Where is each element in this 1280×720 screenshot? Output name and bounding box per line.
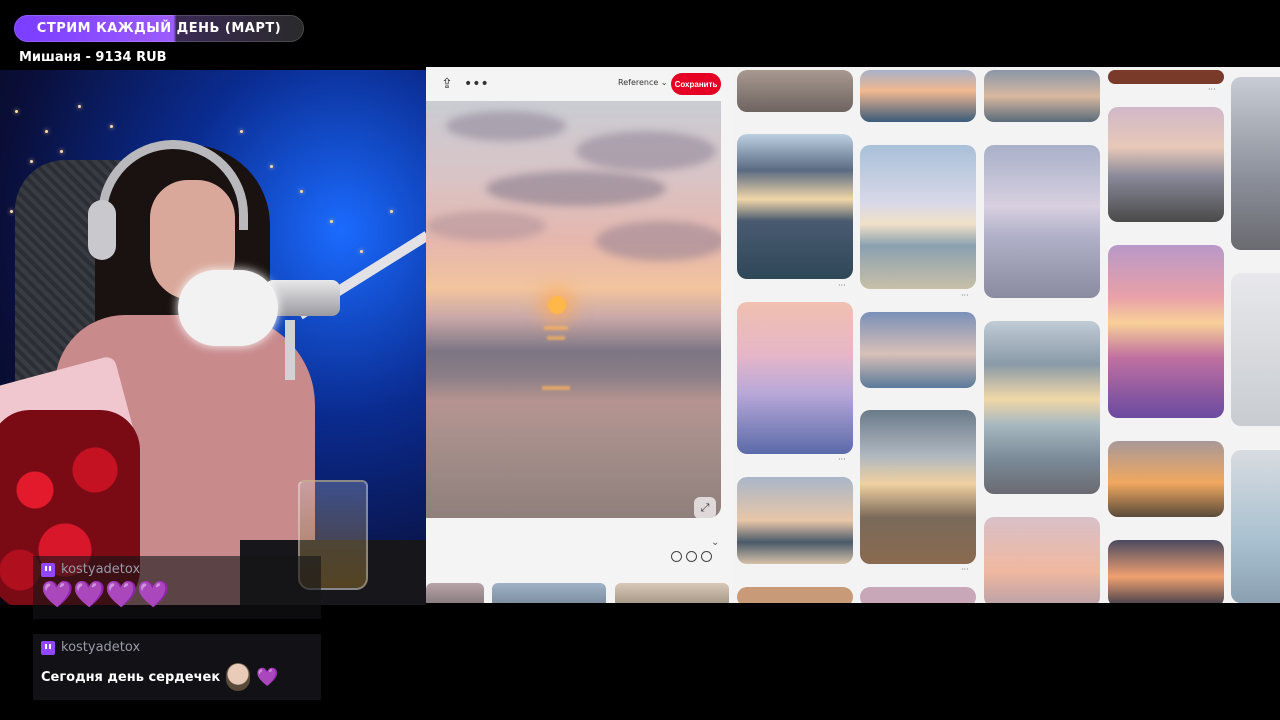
chat-message: kostyadetox 💜 💜 💜 💜 [33,556,321,619]
pin-thumbnail[interactable] [1231,77,1280,250]
pin-thumbnail[interactable] [1108,107,1224,222]
pin-thumbnail[interactable] [984,145,1100,298]
pin-toolbar: ⇪ ••• Reference ⌄ Сохранить [426,67,731,101]
sticker-icon[interactable] [686,551,697,562]
face-emote-icon [226,663,251,691]
chevron-down-icon[interactable]: ⌄ [711,537,719,548]
stream-overlay: СТРИМ КАЖДЫЙ ДЕНЬ (МАРТ) Мишаня - 9134 R… [0,0,1280,720]
pin-thumbnail[interactable] [737,477,853,564]
pin-thumbnail[interactable] [737,70,853,112]
save-button[interactable]: Сохранить [671,73,721,95]
pin-thumbnail[interactable] [1108,441,1224,517]
heart-emote-icon: 💜 [105,580,138,610]
pin-thumbnail[interactable] [860,410,976,564]
pin-grid: ··· ··· ··· ··· ··· ··· [731,67,1280,603]
chat-username: kostyadetox [61,640,141,655]
twitch-icon [41,640,55,655]
pinterest-window: ⇪ ••• Reference ⌄ Сохранить ⤢ ⌄ ··· ··· … [426,67,1280,603]
pin-thumbnail[interactable] [984,517,1100,603]
goal-text: СТРИМ КАЖДЫЙ ДЕНЬ (МАРТ) [36,21,282,36]
pin-detail-panel: ⇪ ••• Reference ⌄ Сохранить ⤢ ⌄ [426,67,731,603]
microphone [178,270,278,346]
pin-thumbnail[interactable] [1108,70,1224,84]
pin-thumbnail[interactable] [1108,540,1224,603]
expand-icon[interactable]: ⤢ [694,497,716,518]
pin-thumbnail[interactable] [1108,245,1224,418]
top-donor-line: Мишаня - 9134 RUB [19,50,167,65]
sun [548,296,566,314]
emoji-icon[interactable] [671,551,682,562]
pin-thumbnail[interactable] [860,70,976,122]
pin-thumbnail[interactable] [1231,273,1280,426]
board-select[interactable]: Reference ⌄ [618,78,668,87]
webcam-feed [0,70,426,605]
pin-thumbnail[interactable] [984,321,1100,494]
more-icon[interactable]: ••• [464,75,489,93]
comment-tools [671,551,712,562]
share-icon[interactable]: ⇪ [438,75,456,93]
pin-thumbnail[interactable] [860,312,976,388]
heart-emote-icon: 💜 [41,580,74,610]
stream-goal-bar: СТРИМ КАЖДЫЙ ДЕНЬ (МАРТ) [14,15,304,42]
chat-username: kostyadetox [61,562,141,577]
pin-thumbnail[interactable] [860,145,976,289]
pin-thumbnail[interactable] [737,302,853,454]
image-icon[interactable] [701,551,712,562]
purple-heart-icon: 💜 [256,666,279,688]
heart-emotes: 💜 💜 💜 💜 [41,582,313,608]
pin-thumbnail[interactable] [860,587,976,603]
chat-text: Сегодня день сердечек [41,669,221,685]
chat-message: kostyadetox Сегодня день сердечек 💜 [33,634,321,700]
heart-emote-icon: 💜 [137,580,170,610]
pin-image[interactable]: ⤢ [426,101,721,518]
twitch-icon [41,562,55,577]
pin-thumbnail[interactable] [737,587,853,603]
pin-thumbnail[interactable] [737,134,853,279]
pin-thumbnail[interactable] [1231,450,1280,603]
heart-emote-icon: 💜 [73,580,106,610]
pin-thumbnail[interactable] [984,70,1100,122]
